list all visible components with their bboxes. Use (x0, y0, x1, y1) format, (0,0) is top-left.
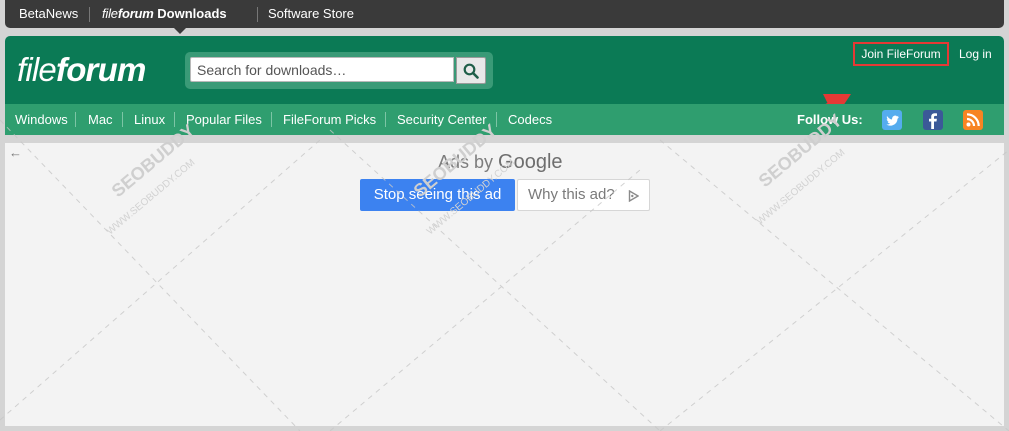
software-store-link[interactable]: Software Store (268, 0, 354, 28)
rss-link[interactable] (963, 110, 983, 130)
nav-divider (75, 112, 76, 127)
site-header: fileforum Join FileForum Log in (5, 36, 1004, 132)
logo-light-text: file (17, 51, 57, 88)
ads-by-text: Ads by (438, 152, 494, 172)
why-this-ad-label: Why this ad? (528, 186, 615, 203)
join-fileforum-link[interactable]: Join FileForum (853, 42, 949, 66)
twitter-icon (886, 115, 899, 126)
nav-item-mac[interactable]: Mac (88, 104, 113, 135)
active-section-caret (174, 28, 186, 34)
facebook-link[interactable] (923, 110, 943, 130)
nav-item-fileforum-picks[interactable]: FileForum Picks (283, 104, 376, 135)
nav-divider (496, 112, 497, 127)
search-box (185, 52, 493, 89)
search-icon (463, 63, 479, 79)
nav-divider (122, 112, 123, 127)
nav-item-linux[interactable]: Linux (134, 104, 165, 135)
back-arrow-icon[interactable]: ← (9, 145, 22, 160)
fileforum-light-text: file (102, 6, 118, 21)
ads-by-google-label: Ads by Google (438, 151, 563, 174)
why-this-ad-button[interactable]: Why this ad? (517, 179, 650, 211)
search-button[interactable] (456, 57, 486, 84)
facebook-icon (929, 113, 937, 129)
fileforum-downloads-link[interactable]: fileforum Downloads (102, 0, 227, 28)
rss-icon (966, 113, 980, 127)
login-link[interactable]: Log in (959, 42, 992, 66)
adchoices-icon (628, 190, 639, 202)
follow-us-label: Follow Us: (797, 112, 863, 127)
nav-divider (174, 112, 175, 127)
site-topbar: BetaNews fileforum Downloads Software St… (5, 0, 1004, 34)
topbar-divider (89, 7, 90, 22)
betanews-link[interactable]: BetaNews (19, 0, 78, 28)
search-input[interactable] (190, 57, 454, 82)
stop-seeing-ad-button[interactable]: Stop seeing this ad (360, 179, 515, 211)
google-logo: Google (498, 151, 563, 173)
logo-bold-text: forum (56, 51, 146, 88)
ad-container: ← Ads by Google Stop seeing this ad Why … (5, 143, 1004, 426)
nav-divider (271, 112, 272, 127)
topbar-divider (257, 7, 258, 22)
nav-item-security-center[interactable]: Security Center (397, 104, 487, 135)
nav-divider (385, 112, 386, 127)
nav-item-windows[interactable]: Windows (15, 104, 68, 135)
fileforum-logo[interactable]: fileforum (17, 50, 146, 90)
main-nav: Windows Mac Linux Popular Files FileForu… (5, 104, 1004, 135)
downloads-text: Downloads (157, 6, 227, 21)
nav-item-codecs[interactable]: Codecs (508, 104, 552, 135)
twitter-link[interactable] (882, 110, 902, 130)
fileforum-bold-text: forum (117, 6, 154, 21)
nav-item-popular-files[interactable]: Popular Files (186, 104, 262, 135)
